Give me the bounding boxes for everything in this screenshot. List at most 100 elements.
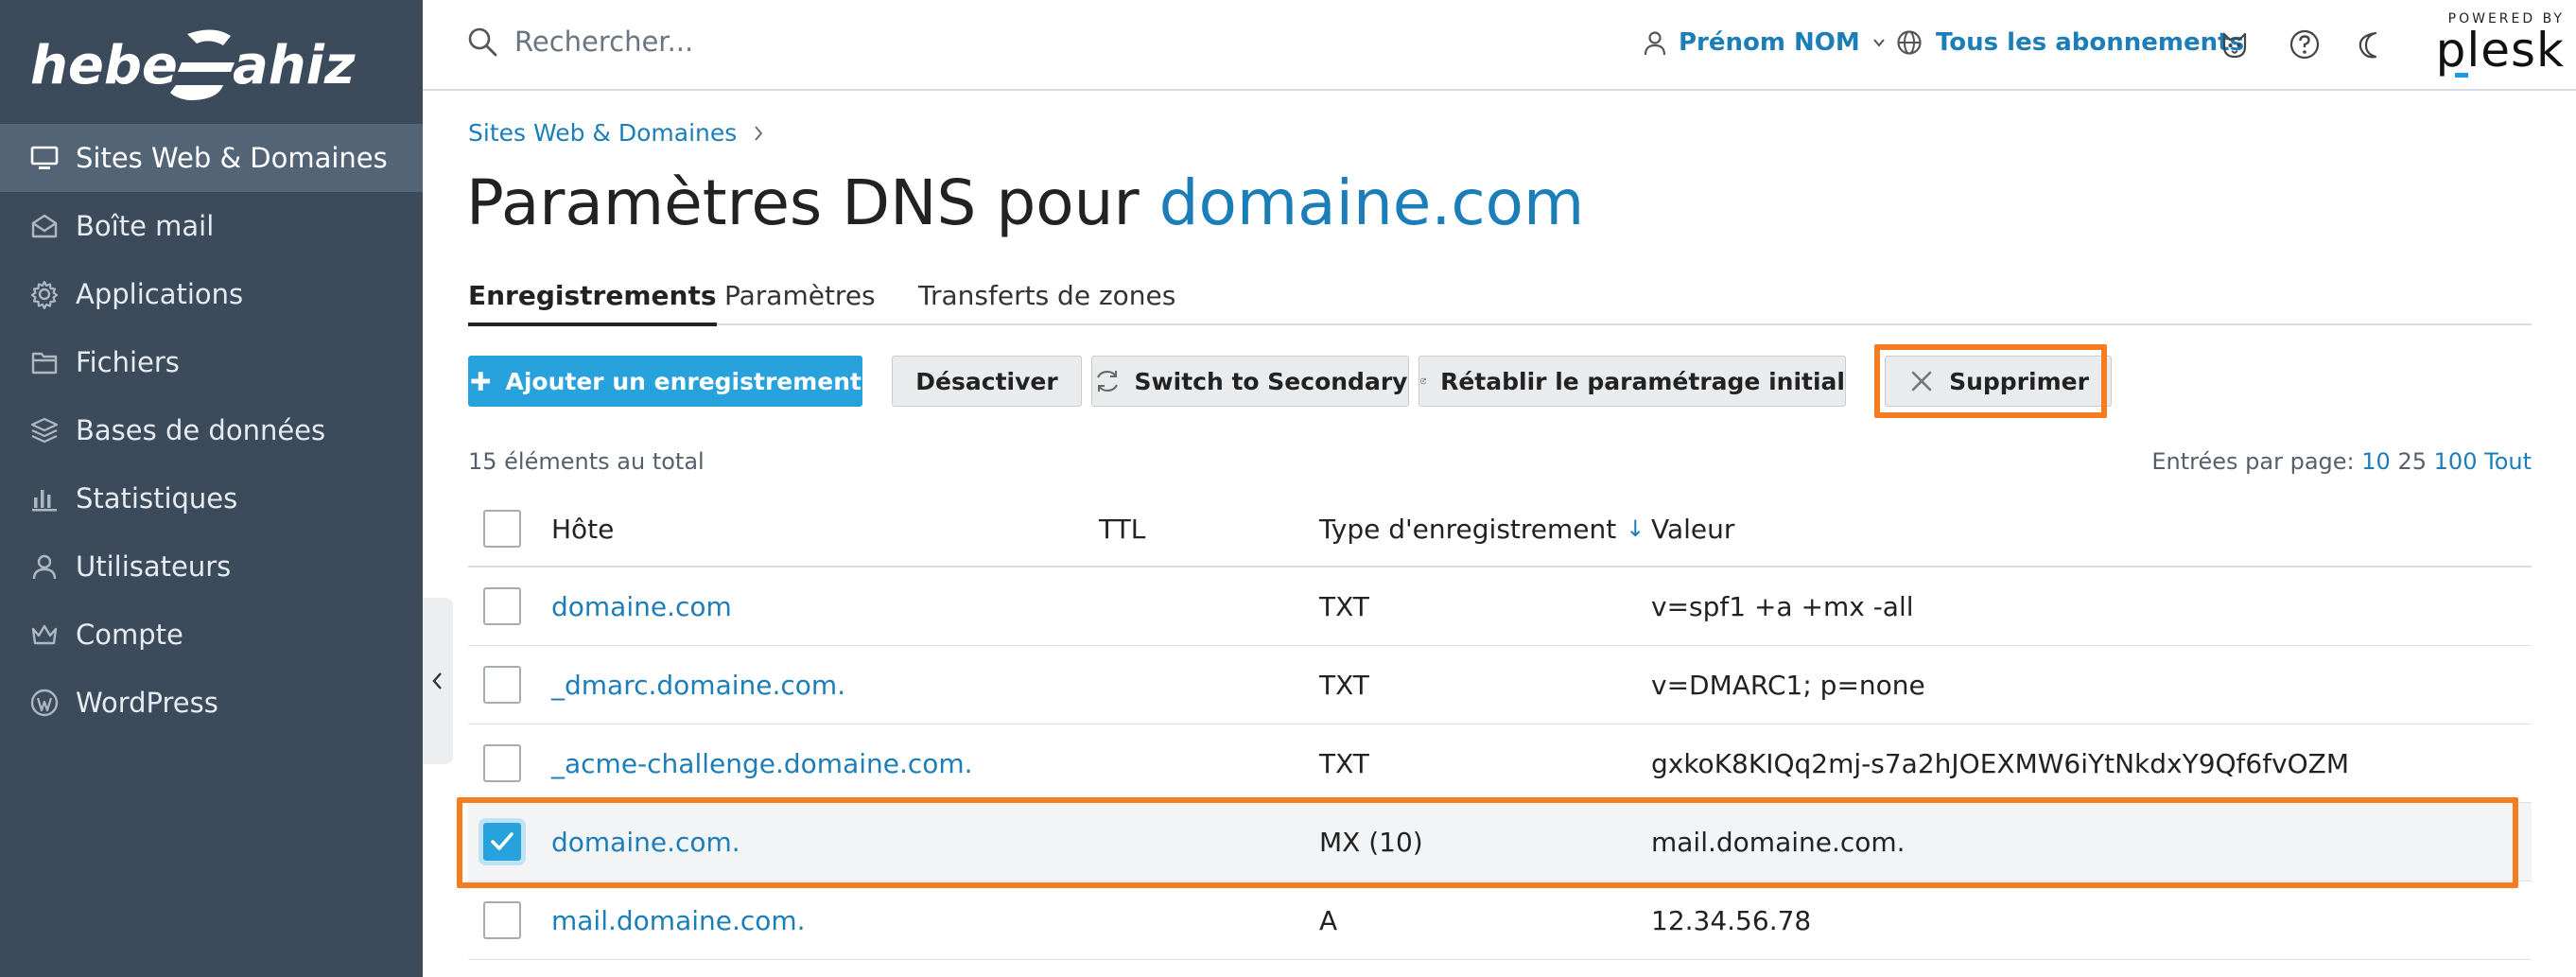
host-link[interactable]: _dmarc.domaine.com. (551, 646, 845, 724)
globe-icon (1897, 30, 1922, 55)
brand-logo[interactable]: hebe ahiz (28, 17, 397, 112)
disable-button[interactable]: Désactiver (892, 356, 1082, 407)
subscriptions-link[interactable]: Tous les abonnements (1896, 28, 2244, 57)
extensions-button[interactable] (2218, 27, 2252, 61)
moon-icon (2358, 31, 2377, 59)
add-record-label: Ajouter un enregistrement (505, 367, 862, 395)
plesk-wordmark: plesk (2435, 23, 2565, 78)
tab-bar: Enregistrements Paramètres Transferts de… (468, 280, 2532, 326)
value-cell: v=spf1 +a +mx -all (1651, 590, 1914, 622)
search-icon (468, 27, 497, 57)
sidebar-item-label: Applications (76, 278, 244, 310)
tab-enregistrements[interactable]: Enregistrements (468, 280, 717, 326)
table-header: Hôte TTL Type d'enregistrement ↓ Valeur (468, 492, 2532, 567)
switch-to-secondary-label: Switch to Secondary (1134, 367, 1408, 395)
row-checkbox[interactable] (483, 901, 521, 939)
sidebar-item-label: Boîte mail (76, 210, 215, 242)
breadcrumb: Sites Web & Domaines (468, 119, 765, 147)
type-cell: TXT (1319, 590, 1369, 622)
column-record-type[interactable]: Type d'enregistrement ↓ (1319, 492, 1645, 566)
help-icon (2289, 29, 2320, 60)
monitor-icon (27, 141, 61, 175)
sidebar-item-applications[interactable]: Applications (0, 260, 423, 328)
sidebar-collapse-button[interactable] (423, 598, 453, 764)
sort-down-icon: ↓ (1626, 515, 1645, 542)
table-row: _acme-challenge.domaine.com. TXT gxkoK8K… (468, 724, 2532, 803)
value-cell: 12.34.56.78 (1651, 904, 1812, 936)
table-row: domaine.com TXT v=spf1 +a +mx -all (468, 567, 2532, 646)
column-value: Valeur (1651, 513, 1735, 545)
topbar: Prénom NOM Tous les abonnements POWERED … (423, 0, 2576, 91)
entries-per-page: Entrées par page: 10 25 100 Tout (2151, 448, 2532, 475)
svg-text:ahiz: ahiz (233, 35, 356, 96)
sidebar-item-label: Sites Web & Domaines (76, 142, 388, 174)
search-input[interactable] (514, 26, 1082, 58)
svg-text:hebe: hebe (30, 35, 178, 96)
database-layers-icon (27, 413, 61, 447)
per-page-all[interactable]: Tout (2484, 448, 2532, 475)
add-record-button[interactable]: Ajouter un enregistrement (468, 356, 862, 407)
per-page-label: Entrées par page: (2151, 448, 2355, 475)
sidebar-item-label: WordPress (76, 687, 218, 719)
sidebar-item-boite-mail[interactable]: Boîte mail (0, 192, 423, 260)
sidebar-item-compte[interactable]: Compte (0, 601, 423, 669)
host-link[interactable]: _acme-challenge.domaine.com. (551, 724, 973, 802)
sidebar-item-bases-de-donnees[interactable]: Bases de données (0, 396, 423, 464)
user-menu[interactable]: Prénom NOM (1643, 28, 1887, 57)
breadcrumb-link[interactable]: Sites Web & Domaines (468, 119, 737, 147)
per-page-10[interactable]: 10 (2361, 448, 2391, 475)
reset-default-button[interactable]: Rétablir le paramétrage initial (1419, 356, 1846, 407)
column-record-type-label: Type d'enregistrement (1319, 513, 1617, 545)
tab-transferts-de-zones[interactable]: Transferts de zones (918, 280, 1175, 325)
gear-icon (27, 277, 61, 311)
bar-chart-icon (27, 481, 61, 515)
cat-mascot-icon (2222, 32, 2247, 59)
help-button[interactable] (2288, 27, 2322, 61)
subscriptions-label: Tous les abonnements (1936, 28, 2245, 57)
user-name: Prénom NOM (1679, 28, 1860, 57)
sidebar-item-sites-web-domaines[interactable]: Sites Web & Domaines (0, 124, 423, 192)
delete-button-highlight (1874, 344, 2107, 418)
sidebar-item-label: Fichiers (76, 346, 180, 378)
host-link[interactable]: domaine.com (551, 567, 732, 645)
per-page-25[interactable]: 25 (2397, 448, 2427, 475)
selected-row-highlight (457, 797, 2518, 888)
sidebar-item-statistiques[interactable]: Statistiques (0, 464, 423, 532)
column-host: Hôte (551, 513, 615, 545)
type-cell: TXT (1319, 747, 1369, 779)
per-page-100[interactable]: 100 (2434, 448, 2478, 475)
chevron-down-icon (1872, 39, 1885, 47)
sidebar-item-wordpress[interactable]: WordPress (0, 669, 423, 737)
search-bar (465, 25, 1082, 59)
sidebar-item-utilisateurs[interactable]: Utilisateurs (0, 532, 423, 601)
plesk-accent-bar (2455, 73, 2468, 78)
row-checkbox[interactable] (483, 587, 521, 625)
switch-to-secondary-button[interactable]: Switch to Secondary (1091, 356, 1409, 407)
chevron-left-icon (432, 672, 442, 689)
sidebar-item-label: Utilisateurs (76, 550, 232, 583)
host-link[interactable]: mail.domaine.com. (551, 881, 806, 959)
user-icon (27, 550, 61, 584)
row-checkbox[interactable] (483, 744, 521, 782)
table-row: mail.domaine.com. A 12.34.56.78 (468, 881, 2532, 960)
wordpress-icon (27, 686, 61, 720)
column-ttl: TTL (1099, 513, 1146, 545)
crown-icon (27, 618, 61, 652)
page-title: Paramètres DNS pour domaine.com (466, 166, 1584, 239)
chevron-right-icon (755, 125, 763, 141)
plesk-brand: POWERED BY plesk (2423, 11, 2565, 81)
row-checkbox[interactable] (483, 666, 521, 704)
select-all-checkbox[interactable] (483, 510, 521, 548)
dark-mode-toggle[interactable] (2355, 27, 2389, 61)
table-row: _dmarc.domaine.com. TXT v=DMARC1; p=none (468, 646, 2532, 724)
plus-icon (471, 372, 491, 391)
folder-icon (27, 345, 61, 379)
mail-icon (27, 209, 61, 243)
tab-parametres[interactable]: Paramètres (724, 280, 876, 325)
value-cell: gxkoK8KIQq2mj-s7a2hJOEXMW6iYtNkdxY9Qf6fv… (1651, 747, 2350, 779)
sidebar-item-fichiers[interactable]: Fichiers (0, 328, 423, 396)
total-count: 15 éléments au total (468, 448, 705, 475)
type-cell: TXT (1319, 669, 1369, 701)
switch-arrows-icon (1096, 370, 1118, 393)
sidebar-item-label: Compte (76, 619, 183, 651)
